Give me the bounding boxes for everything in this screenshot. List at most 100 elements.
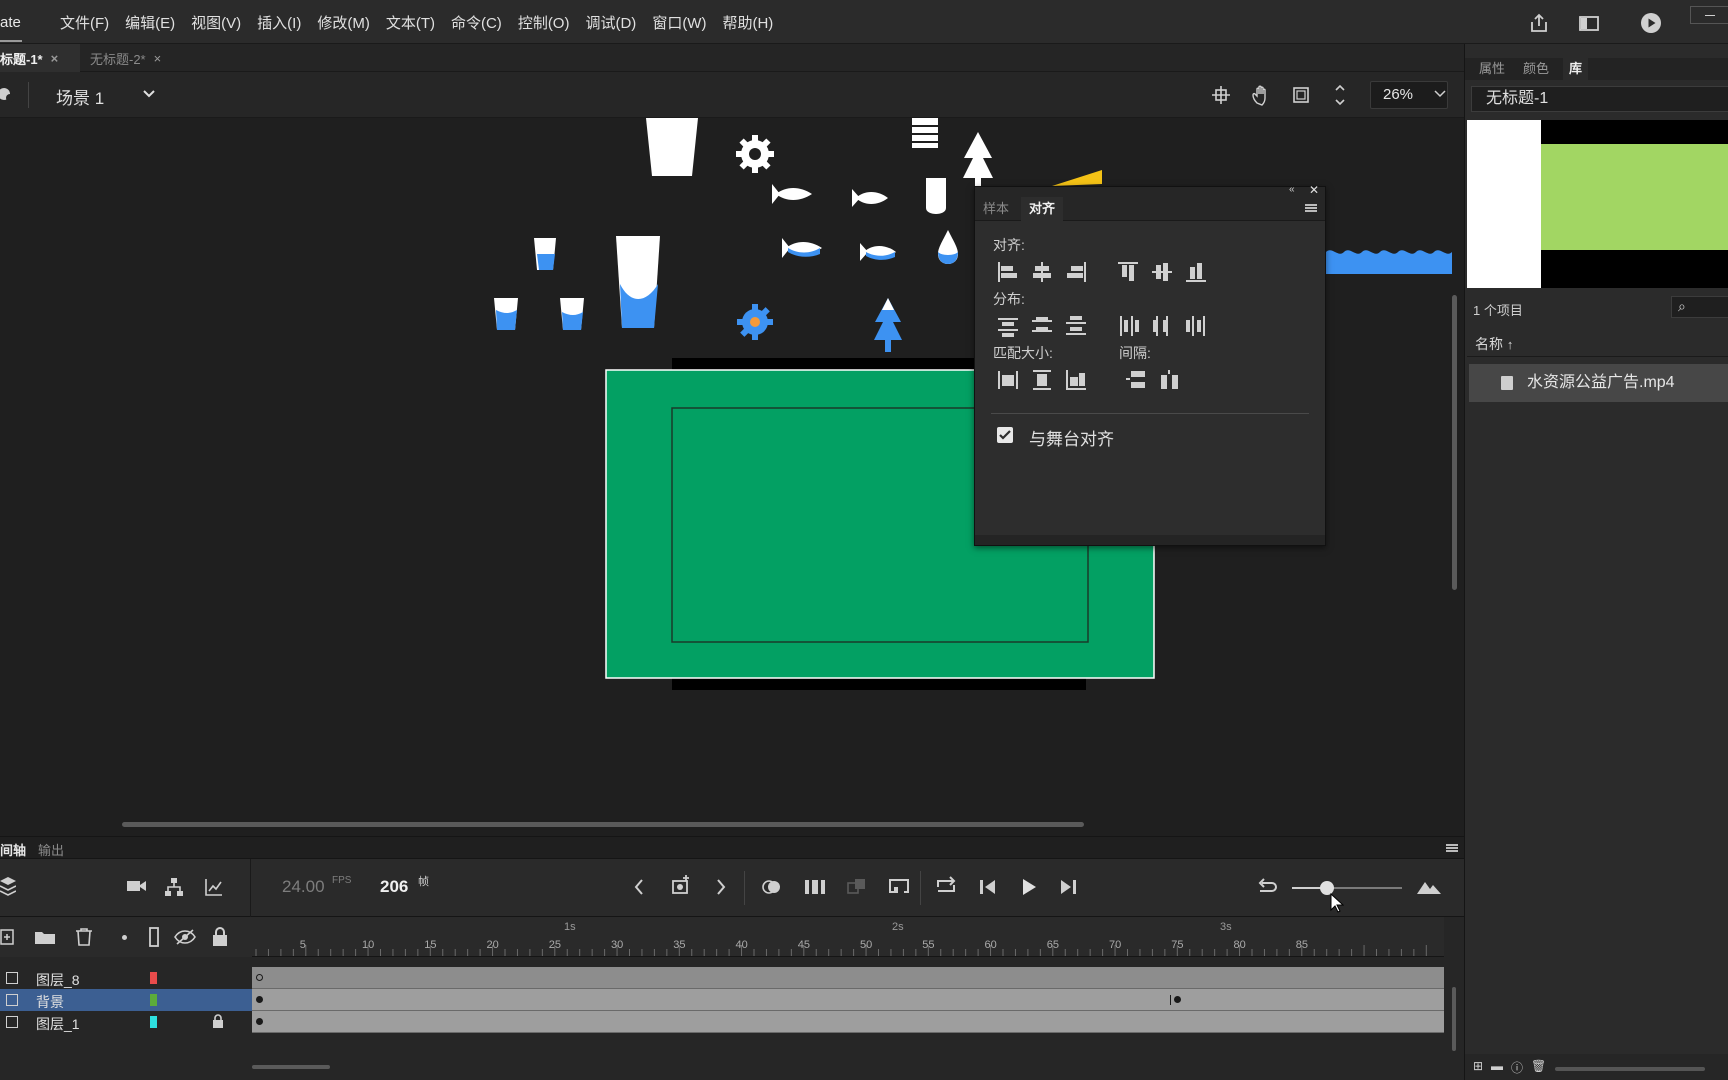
minimize-button[interactable] <box>1690 6 1728 24</box>
close-icon[interactable]: × <box>51 51 59 66</box>
panel-menu-icon[interactable] <box>1446 843 1458 853</box>
align-top-button[interactable] <box>1115 259 1141 285</box>
new-folder-icon[interactable]: ▬ <box>1491 1059 1503 1073</box>
distribute-horizontal-center-button[interactable] <box>1149 313 1175 339</box>
previous-keyframe-chevron-icon[interactable] <box>632 877 646 900</box>
new-symbol-icon[interactable]: ⊞ <box>1473 1059 1483 1073</box>
collapse-icon[interactable]: « <box>1289 184 1295 195</box>
keyframe[interactable] <box>256 996 263 1003</box>
zoom-dropdown-chevron-icon[interactable] <box>1432 86 1448 102</box>
graph-icon[interactable] <box>204 877 224 900</box>
align-panel-titlebar[interactable]: « ✕ <box>975 183 1325 197</box>
layer-row[interactable]: 图层_1 <box>0 1011 252 1033</box>
step-back-icon[interactable] <box>978 877 998 900</box>
outline-icon[interactable] <box>148 927 160 950</box>
frame-row[interactable] <box>252 989 1444 1011</box>
library-column-name[interactable]: 名称 ↑ <box>1475 334 1513 354</box>
zoom-out-mountains-icon[interactable] <box>1416 879 1442 898</box>
frame-row[interactable] <box>252 967 1444 989</box>
zoom-stepper-icon[interactable] <box>1332 78 1348 112</box>
layer-color-swatch[interactable] <box>150 1016 157 1028</box>
menu-text[interactable]: 文本(T) <box>386 12 435 33</box>
cup-small-2-water[interactable] <box>496 310 517 330</box>
clip-content-icon[interactable] <box>1288 82 1314 108</box>
frame-grid[interactable] <box>252 967 1444 1047</box>
timeline-horizontal-scrollbar[interactable] <box>252 1065 330 1069</box>
current-frame-value[interactable]: 206 <box>380 877 408 897</box>
stage-horizontal-scrollbar[interactable] <box>122 822 1084 827</box>
panel-menu-icon[interactable] <box>1305 203 1317 213</box>
tab-output[interactable]: 输出 <box>38 840 64 859</box>
menu-window[interactable]: 窗口(W) <box>652 12 706 33</box>
timeline-ruler[interactable]: 1s 2s 3s 5 10 15 20 25 30 35 40 45 50 55 60 65 70 75 80… <box>252 917 1444 957</box>
doc-tab-2[interactable]: 无标题-2* × <box>90 44 190 72</box>
space-evenly-vertical-button[interactable] <box>1123 367 1149 393</box>
gear-white-icon[interactable] <box>736 135 774 173</box>
test-movie-play-icon[interactable] <box>1638 10 1664 36</box>
tab-align[interactable]: 对齐 <box>1021 197 1064 221</box>
fish-white-2[interactable] <box>852 189 888 207</box>
play-icon[interactable] <box>1020 877 1038 900</box>
library-item[interactable]: 水资源公益广告.mp4 <box>1469 364 1728 402</box>
menu-file[interactable]: 文件(F) <box>60 12 109 33</box>
menu-commands[interactable]: 命令(C) <box>451 12 502 33</box>
layer-color-swatch[interactable] <box>150 972 157 984</box>
edit-multiple-frames-icon[interactable] <box>804 877 826 900</box>
info-icon[interactable]: ⓘ <box>1511 1059 1523 1076</box>
tab-properties[interactable]: 属性 <box>1473 58 1511 80</box>
match-height-button[interactable] <box>1029 367 1055 393</box>
menu-help[interactable]: 帮助(H) <box>722 12 773 33</box>
insert-keyframe-icon[interactable] <box>670 873 694 900</box>
distribute-right-button[interactable] <box>1183 313 1209 339</box>
frame-row[interactable] <box>252 1011 1444 1033</box>
menu-modify[interactable]: 修改(M) <box>317 12 370 33</box>
cup-small-1-water[interactable] <box>537 254 555 270</box>
layer-name[interactable]: 图层_1 <box>36 1014 80 1034</box>
rotate-hand-icon[interactable] <box>1248 82 1274 108</box>
empty-keyframe[interactable] <box>256 974 263 981</box>
layer-name[interactable]: 图层_8 <box>36 970 80 990</box>
keyframe[interactable] <box>1174 996 1181 1003</box>
new-folder-icon[interactable] <box>34 929 56 948</box>
fish-white-1[interactable] <box>772 184 812 204</box>
layer-parenting-icon[interactable] <box>164 877 184 900</box>
loop-playback-icon[interactable] <box>934 875 958 900</box>
delete-icon[interactable] <box>74 927 94 950</box>
camera-icon[interactable] <box>126 877 148 898</box>
workspace-layout-icon[interactable] <box>1576 10 1602 36</box>
space-evenly-horizontal-button[interactable] <box>1157 367 1183 393</box>
tab-color[interactable]: 颜色 <box>1517 58 1555 80</box>
align-panel-resize-grip[interactable] <box>975 535 1325 545</box>
share-icon[interactable] <box>1526 10 1552 36</box>
center-stage-icon[interactable] <box>1208 82 1234 108</box>
stage-vertical-scrollbar[interactable] <box>1452 295 1457 590</box>
layer-color-swatch[interactable] <box>150 994 157 1006</box>
next-keyframe-chevron-icon[interactable] <box>714 877 728 900</box>
faucet-coil[interactable] <box>912 118 938 148</box>
align-right-button[interactable] <box>1063 259 1089 285</box>
chevron-down-icon[interactable] <box>140 84 158 104</box>
doc-tab-1[interactable]: 标题-1* × <box>0 44 80 72</box>
distribute-vertical-center-button[interactable] <box>1029 313 1055 339</box>
tab-swatches[interactable]: 样本 <box>975 197 1017 221</box>
align-bottom-button[interactable] <box>1183 259 1209 285</box>
tab-timeline[interactable]: 间轴 <box>0 840 26 859</box>
scene-name[interactable]: 场景 1 <box>56 84 104 109</box>
align-left-button[interactable] <box>995 259 1021 285</box>
step-forward-icon[interactable] <box>1058 877 1078 900</box>
library-document-select[interactable]: 无标题-1 <box>1471 86 1728 112</box>
white-cylinder[interactable] <box>926 178 946 214</box>
tab-library[interactable]: 库 <box>1563 58 1589 80</box>
layer-name[interactable]: 背景 <box>36 992 64 1012</box>
library-search-input[interactable]: ⌕ <box>1671 296 1728 318</box>
fps-value[interactable]: 24.00 <box>282 877 325 897</box>
match-width-button[interactable] <box>995 367 1021 393</box>
white-cup-large[interactable] <box>646 118 698 176</box>
match-width-height-button[interactable] <box>1063 367 1089 393</box>
menu-control[interactable]: 控制(O) <box>518 12 570 33</box>
library-scrollbar[interactable] <box>1555 1067 1705 1071</box>
layers-stack-icon[interactable] <box>0 875 17 900</box>
distribute-left-button[interactable] <box>1115 313 1141 339</box>
onion-skin-icon[interactable] <box>760 877 784 900</box>
reset-zoom-icon[interactable] <box>1256 877 1278 900</box>
